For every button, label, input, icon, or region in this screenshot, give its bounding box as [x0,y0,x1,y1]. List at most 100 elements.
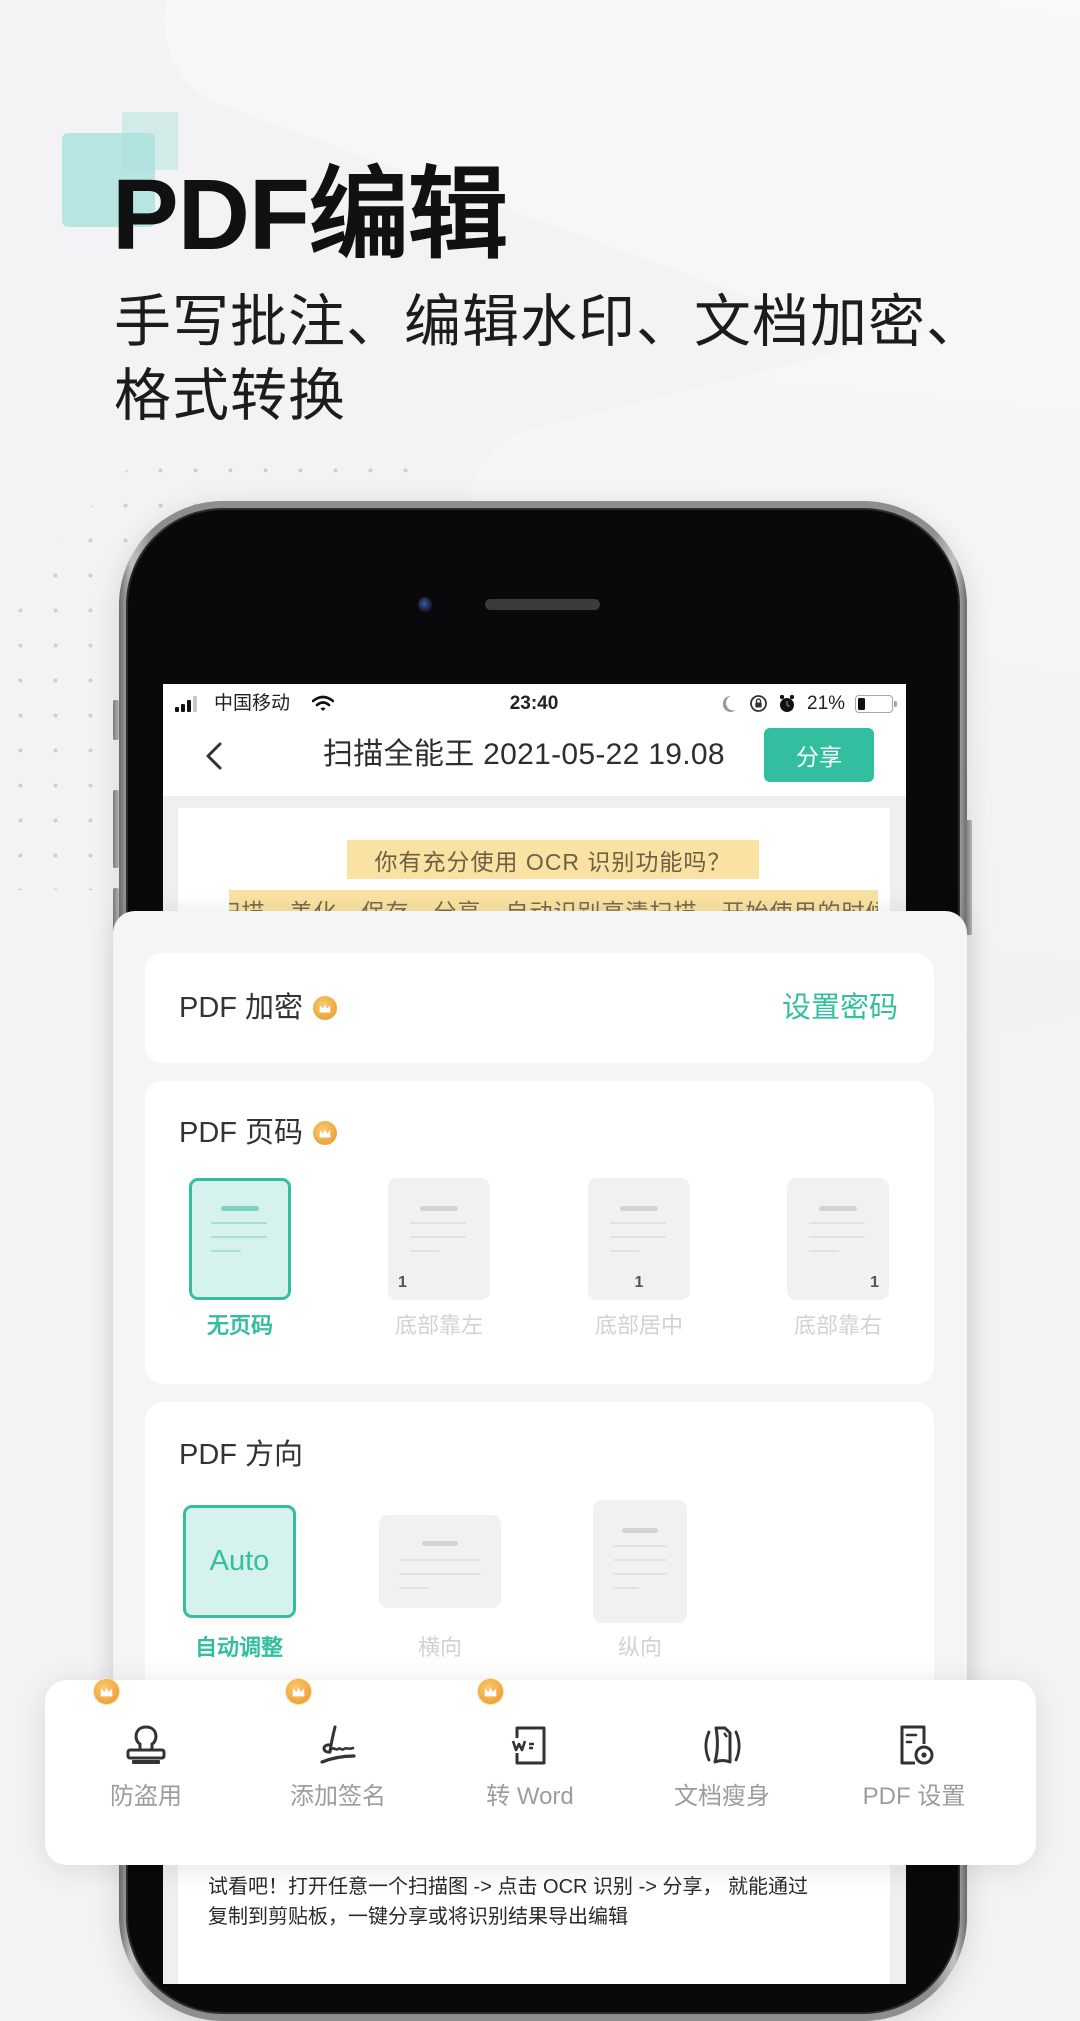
page-preview-line [809,1222,865,1224]
page-preview-line [613,1573,667,1575]
crown-badge-icon [93,1678,120,1705]
page-number-option-bottom-center[interactable]: 1 [588,1178,690,1300]
word-doc-icon [502,1717,558,1773]
card-title-text: PDF 方向 [179,1439,304,1471]
toolbar-item-label: PDF 设置 [862,1783,966,1810]
page-preview-line [613,1559,667,1561]
page-preview-line [211,1222,267,1224]
stamp-icon [118,1717,174,1773]
highlighted-text-line: 你有充分使用 OCR 识别功能吗？ [347,840,759,879]
pdf-page-number-card: PDF 页码 无页码 1 底部靠左 1 底部居中 1 底部靠右 [145,1081,934,1384]
rotation-lock-icon [750,695,767,712]
page-preview-line [620,1206,658,1211]
pdf-page-number-title: PDF 页码 [179,1116,338,1150]
wifi-icon [312,695,334,711]
page-preview-line [221,1206,259,1211]
toolbar-item-label: 防盗用 [110,1783,182,1810]
page-number-option-bottom-left[interactable]: 1 [388,1178,490,1300]
page-preview-line [613,1587,639,1589]
back-button[interactable] [201,740,227,772]
document-title: 扫描全能王 2021-05-22 19.08 [323,738,725,771]
page-preview-line [211,1236,267,1238]
orientation-option-label: 自动调整 [194,1635,283,1660]
crown-badge-icon [313,996,338,1020]
page-preview-line [399,1573,481,1575]
alarm-icon [780,695,794,712]
battery-level-fill [858,698,865,710]
subtitle-line: 格式转换 [114,364,346,428]
toolbar-item-add-signature[interactable]: 添加签名 [242,1678,434,1865]
crown-badge-icon [285,1678,312,1705]
battery-percentage: 21% [807,693,846,714]
toolbar-item-label: 添加签名 [290,1783,386,1810]
chevron-left-icon [206,742,222,770]
status-bar: 中国移动 23:40 21% [163,684,906,724]
earpiece-speaker [485,599,600,610]
card-title-text: PDF 加密 [179,992,304,1024]
page-preview-line [610,1250,640,1252]
headline-title: PDF编辑 [112,159,508,271]
compress-doc-icon [694,1717,750,1773]
page-preview-line [610,1222,666,1224]
subtitle-line: 手写批注、编辑水印、文档加密、 [114,290,984,354]
orientation-option-auto[interactable]: Auto [183,1505,296,1618]
page-preview-line [819,1206,857,1211]
page-number-option-label: 底部靠右 [793,1313,882,1338]
card-title-text: PDF 页码 [179,1117,304,1149]
share-button[interactable]: 分享 [764,728,874,782]
orientation-option-landscape[interactable] [379,1515,501,1608]
page-preview-line [399,1559,481,1561]
toolbar-item-anti-theft[interactable]: 防盗用 [50,1678,242,1865]
phone-power-button [966,820,972,935]
phone-mute-switch [113,700,119,740]
headline-subtitle: 手写批注、编辑水印、文档加密、 格式转换 [114,285,1014,433]
page-preview-line [610,1236,666,1238]
pdf-settings-sheet: PDF 加密 设置密码 PDF 页码 无页码 1 底部靠左 1 底部居中 1 底… [113,911,967,1822]
set-password-link[interactable]: 设置密码 [782,991,898,1025]
crown-badge-icon [313,1121,338,1145]
bottom-toolbar: 防盗用 添加签名 转 Word 文档瘦身 PDF 设置 [45,1678,1036,1865]
moon-icon [723,695,736,712]
orientation-option-label: 横向 [417,1635,462,1660]
crown-badge-icon [477,1678,504,1705]
page-preview-line [410,1250,440,1252]
page-preview-line [420,1206,458,1211]
toolbar-item-pdf-settings[interactable]: PDF 设置 [818,1680,1010,1865]
page-number-mark: 1 [634,1274,644,1291]
pdf-encrypt-card: PDF 加密 设置密码 [145,953,934,1063]
page-number-option-label: 底部靠左 [394,1313,483,1338]
carrier-name: 中国移动 [214,693,291,714]
page-preview-line [399,1587,429,1589]
pdf-orientation-title: PDF 方向 [179,1438,303,1472]
toolbar-item-compress-document[interactable]: 文档瘦身 [626,1680,818,1865]
page-number-option-label: 无页码 [206,1313,273,1338]
page-preview-line [622,1528,658,1533]
page-number-option-bottom-right[interactable]: 1 [787,1178,889,1300]
page-preview-line [211,1250,241,1252]
document-text-line: 复制到剪贴板，一键分享或将识别结果导出编辑 [208,1906,628,1928]
signature-icon [310,1717,366,1773]
clock-time: 23:40 [509,693,559,714]
phone-volume-up-button [113,790,119,868]
pdf-settings-icon [886,1717,942,1773]
auto-tile-text: Auto [209,1545,270,1577]
toolbar-item-to-word[interactable]: 转 Word [434,1678,626,1865]
page-preview-line [422,1541,458,1546]
page-preview-line [809,1250,839,1252]
toolbar-item-label: 转 Word [486,1783,574,1810]
orientation-option-portrait[interactable] [593,1500,687,1623]
page-number-option-none[interactable] [189,1178,291,1300]
navigation-bar: 扫描全能王 2021-05-22 19.08 分享 [163,724,906,796]
page-preview-line [613,1545,667,1547]
battery-icon [855,695,897,713]
signal-icon [175,696,197,712]
page-number-mark: 1 [870,1274,879,1291]
page-preview-line [809,1236,865,1238]
page-number-mark: 1 [398,1274,407,1291]
page-preview-line [410,1222,466,1224]
toolbar-item-label: 文档瘦身 [674,1783,770,1810]
page-number-option-label: 底部居中 [594,1313,683,1338]
front-camera [418,597,432,612]
page-preview-line [410,1236,466,1238]
orientation-option-label: 纵向 [617,1635,662,1660]
